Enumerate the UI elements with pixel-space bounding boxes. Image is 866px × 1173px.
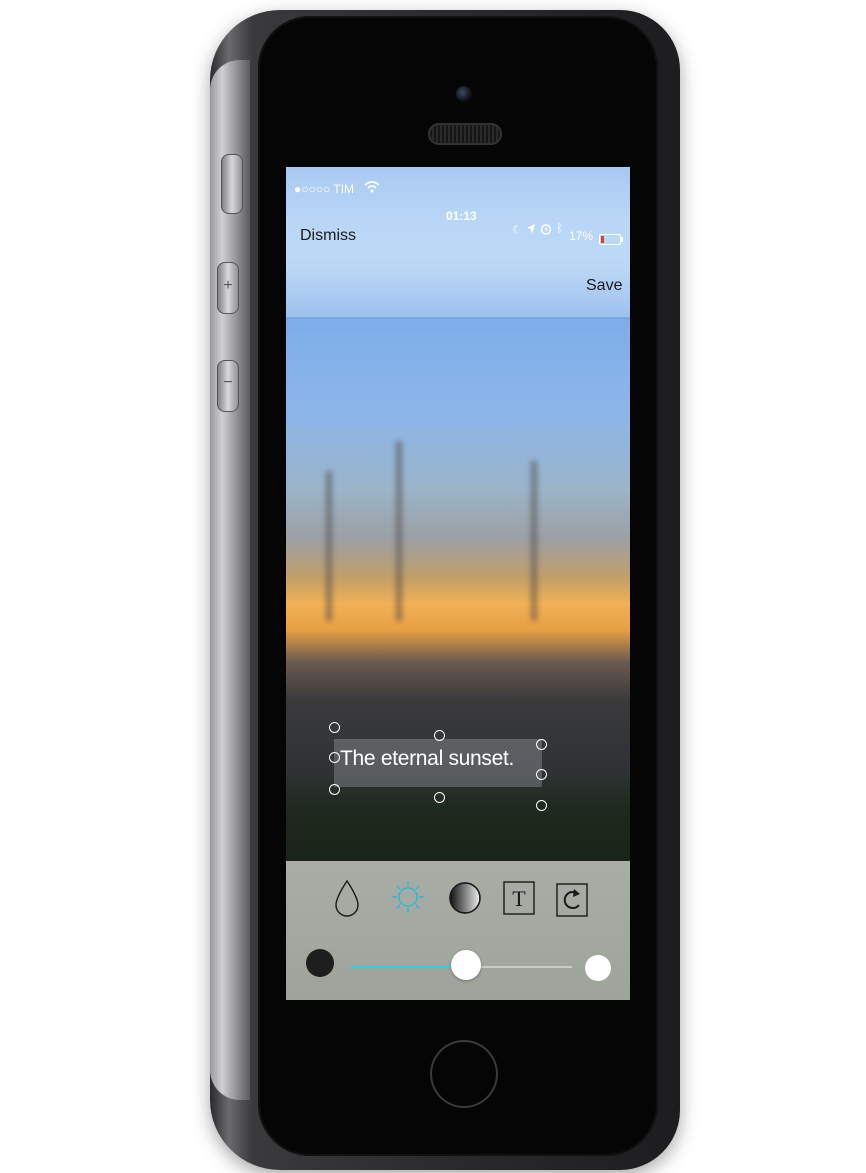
carrier-label: ●○○○○ TIM: [294, 182, 355, 196]
rotate-icon[interactable]: [556, 883, 590, 923]
earpiece-speaker: [428, 123, 502, 145]
resize-handle-bottom-left[interactable]: [329, 784, 340, 795]
resize-handle-middle-right[interactable]: [536, 769, 547, 780]
brightness-slider-thumb[interactable]: [450, 950, 481, 980]
home-button[interactable]: [430, 1040, 498, 1108]
save-button[interactable]: Save: [586, 277, 622, 295]
alarm-icon: [540, 222, 552, 240]
volume-down-button: −: [217, 360, 239, 412]
text-icon[interactable]: T: [503, 881, 537, 921]
phone-side-edge: [210, 60, 250, 1100]
lighter-endpoint[interactable]: [585, 955, 611, 981]
resize-handle-top-right[interactable]: [536, 739, 547, 750]
drop-icon[interactable]: [334, 879, 368, 919]
bluetooth-icon: ᛒ: [556, 221, 564, 235]
resize-handle-bottom-right[interactable]: [536, 800, 547, 811]
dismiss-button[interactable]: Dismiss: [300, 227, 356, 245]
mute-switch: [221, 154, 243, 214]
wifi-icon: [364, 180, 380, 198]
brightness-icon[interactable]: [390, 879, 424, 919]
battery-percent: 17%: [569, 229, 594, 243]
front-camera: [456, 86, 472, 102]
resize-handle-bottom-middle[interactable]: [434, 792, 445, 803]
resize-handle-top-middle[interactable]: [434, 730, 445, 741]
caption-text[interactable]: The eternal sunset.: [340, 747, 514, 771]
darker-endpoint[interactable]: [306, 949, 334, 977]
location-icon: [526, 222, 536, 240]
resize-handle-top-left[interactable]: [329, 722, 340, 733]
svg-text:T: T: [512, 886, 526, 911]
screen: ●○○○○ TIM 01:13 ☾ ᛒ 17% Dismiss Save The…: [286, 167, 630, 1000]
contrast-icon[interactable]: [448, 881, 482, 921]
clock: 01:13: [446, 209, 477, 223]
moon-icon: ☾: [512, 223, 523, 237]
volume-up-button: +: [217, 262, 239, 314]
battery-icon: [599, 234, 623, 245]
resize-handle-middle-left[interactable]: [329, 752, 340, 763]
brightness-slider-fill: [351, 966, 466, 968]
